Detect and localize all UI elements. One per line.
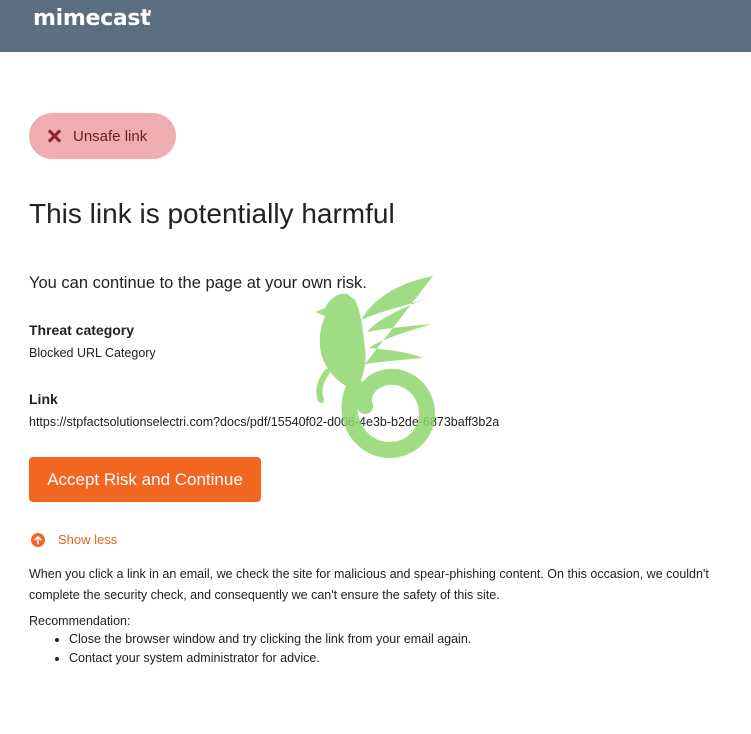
threat-category-label: Threat category [29, 322, 135, 338]
close-icon [47, 129, 61, 143]
bird-watermark-icon [315, 276, 436, 458]
list-item: Contact your system administrator for ad… [69, 649, 471, 668]
show-less-label: Show less [58, 532, 118, 547]
link-label: Link [29, 391, 58, 407]
arrow-up-circle-icon [31, 532, 45, 547]
recommendation-list: Close the browser window and try clickin… [29, 630, 471, 668]
logo-trademark-dot [148, 10, 151, 13]
mimecast-logo: mimecast [33, 6, 151, 31]
threat-category-value: Blocked URL Category [29, 346, 156, 360]
recommendation-label: Recommendation: [29, 614, 131, 628]
list-item: Close the browser window and try clickin… [69, 630, 471, 649]
accept-risk-button[interactable]: Accept Risk and Continue [29, 457, 261, 502]
page-title: This link is potentially harmful [29, 198, 395, 229]
status-badge-label: Unsafe link [73, 127, 148, 145]
details-text: When you click a link in an email, we ch… [29, 567, 709, 602]
top-bar: mimecast [0, 0, 751, 52]
status-badge: Unsafe link [29, 113, 176, 159]
show-less-toggle[interactable]: Show less [31, 532, 117, 547]
